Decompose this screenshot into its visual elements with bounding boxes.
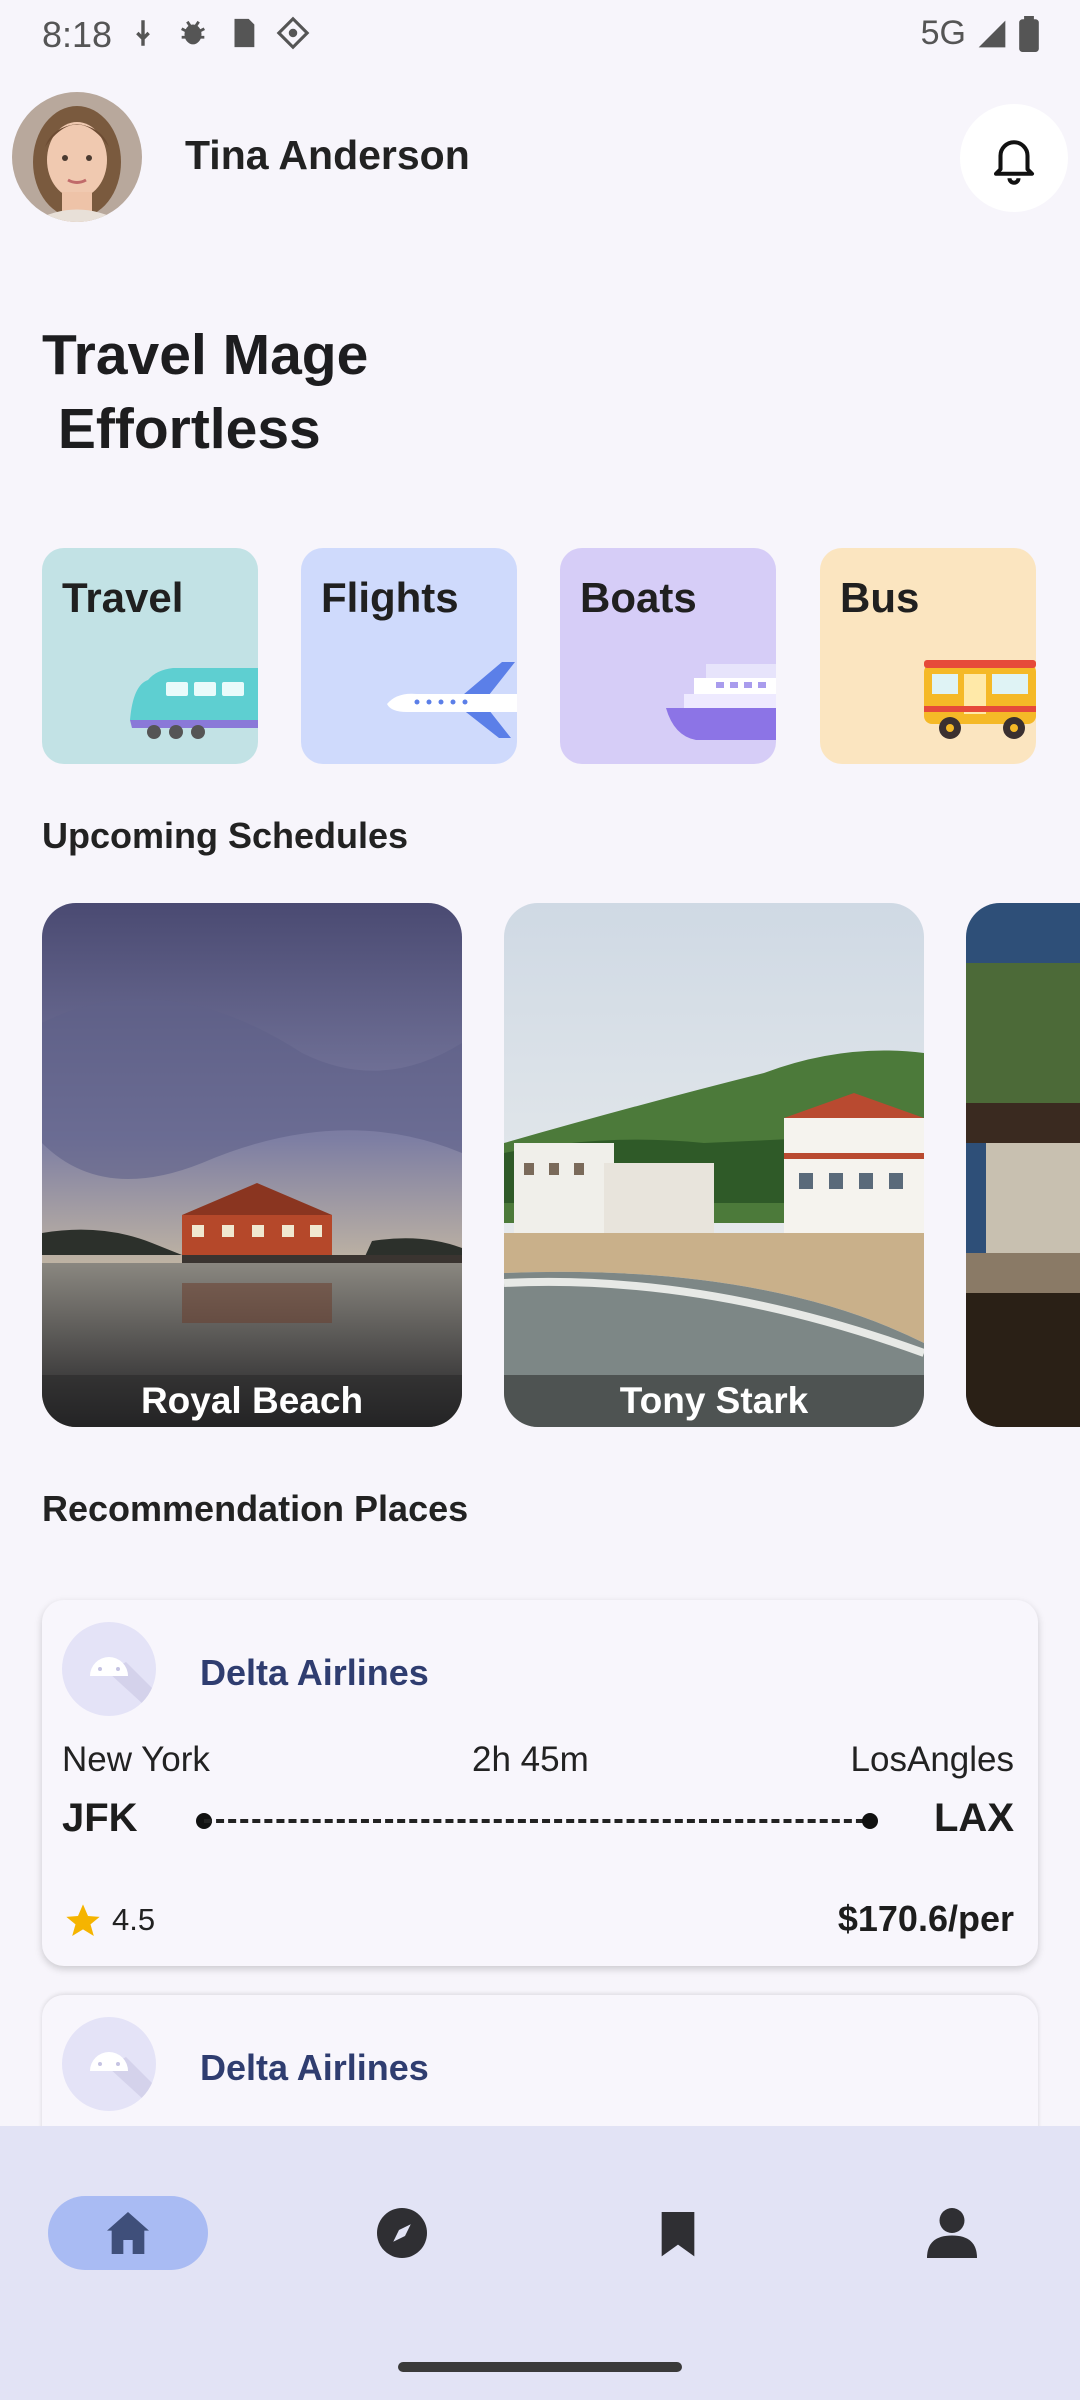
avatar-photo — [12, 92, 142, 222]
schedule-card-partial[interactable] — [966, 903, 1080, 1427]
bug-icon — [181, 20, 205, 45]
category-boats[interactable]: Boats — [560, 548, 776, 764]
airline-name: Delta Airlines — [200, 1652, 429, 1693]
route-end-dot — [862, 1813, 878, 1829]
category-label: Boats — [580, 574, 697, 621]
ship-icon — [666, 664, 776, 740]
home-indicator[interactable] — [398, 2362, 682, 2372]
profile-icon — [927, 2208, 977, 2258]
category-bus[interactable]: Bus — [820, 548, 1036, 764]
schedule-name: Royal Beach — [42, 1375, 462, 1427]
airline-logo — [62, 1622, 156, 1716]
train-icon — [130, 668, 258, 739]
status-notification-icons — [126, 14, 310, 52]
category-label: Bus — [840, 574, 920, 621]
bottom-navigation — [0, 2126, 1080, 2400]
status-bar: 8:18 5G — [0, 0, 1080, 74]
status-time: 8:18 — [42, 14, 113, 55]
page-headline: Travel Mage Effortless — [42, 323, 369, 461]
home-icon — [107, 2212, 149, 2254]
departure-code: JFK — [62, 1796, 138, 1840]
schedule-card-royal-beach[interactable]: Royal Beach — [42, 903, 462, 1427]
category-label: Flights — [321, 574, 459, 621]
nav-explore[interactable] — [322, 2196, 482, 2270]
nav-saved[interactable] — [598, 2196, 758, 2270]
signal-icon — [978, 20, 1006, 47]
bell-icon — [993, 140, 1035, 185]
route-line — [204, 1819, 876, 1823]
airplane-icon — [387, 662, 517, 738]
diamond-app-icon — [276, 16, 310, 50]
network-type: 5G — [920, 14, 966, 52]
android-icon — [90, 2052, 156, 2111]
bus-icon — [924, 660, 1036, 739]
departure-city: New York — [62, 1740, 210, 1779]
bookmark-icon — [661, 2212, 695, 2257]
status-right: 5G — [921, 14, 1040, 53]
schedule-photo — [42, 903, 462, 1427]
category-label: Travel — [62, 574, 184, 621]
flight-duration: 2h 45m — [472, 1740, 589, 1779]
rating-value: 4.5 — [112, 1902, 156, 1937]
arrival-city: LosAngles — [850, 1740, 1014, 1779]
recommendation-places-title: Recommendation Places — [42, 1488, 469, 1529]
schedule-photo — [966, 903, 1080, 1427]
notifications-button[interactable] — [960, 104, 1068, 212]
nav-home[interactable] — [48, 2196, 208, 2270]
user-name: Tina Anderson — [185, 132, 470, 178]
category-flights[interactable]: Flights — [301, 548, 517, 764]
star-icon — [66, 1904, 100, 1936]
arrival-code: LAX — [934, 1796, 1014, 1840]
usb-icon — [136, 20, 150, 46]
upcoming-schedules-title: Upcoming Schedules — [42, 815, 409, 856]
compass-icon — [377, 2208, 427, 2258]
airline-logo — [62, 2017, 156, 2111]
price: $170.6/per — [837, 1898, 1014, 1939]
battery-icon — [1019, 15, 1039, 52]
category-travel[interactable]: Travel — [42, 548, 258, 764]
avatar[interactable] — [12, 92, 142, 222]
nav-profile[interactable] — [872, 2196, 1032, 2270]
flight-card[interactable]: Delta Airlines New York 2h 45m LosAngles… — [42, 1600, 1038, 1966]
schedule-name: Tony Stark — [504, 1375, 924, 1427]
schedule-card-tony-stark[interactable]: Tony Stark — [504, 903, 924, 1427]
schedule-photo — [504, 903, 924, 1427]
airline-name: Delta Airlines — [200, 2047, 429, 2088]
sd-card-icon — [234, 18, 255, 48]
android-icon — [90, 1657, 156, 1716]
